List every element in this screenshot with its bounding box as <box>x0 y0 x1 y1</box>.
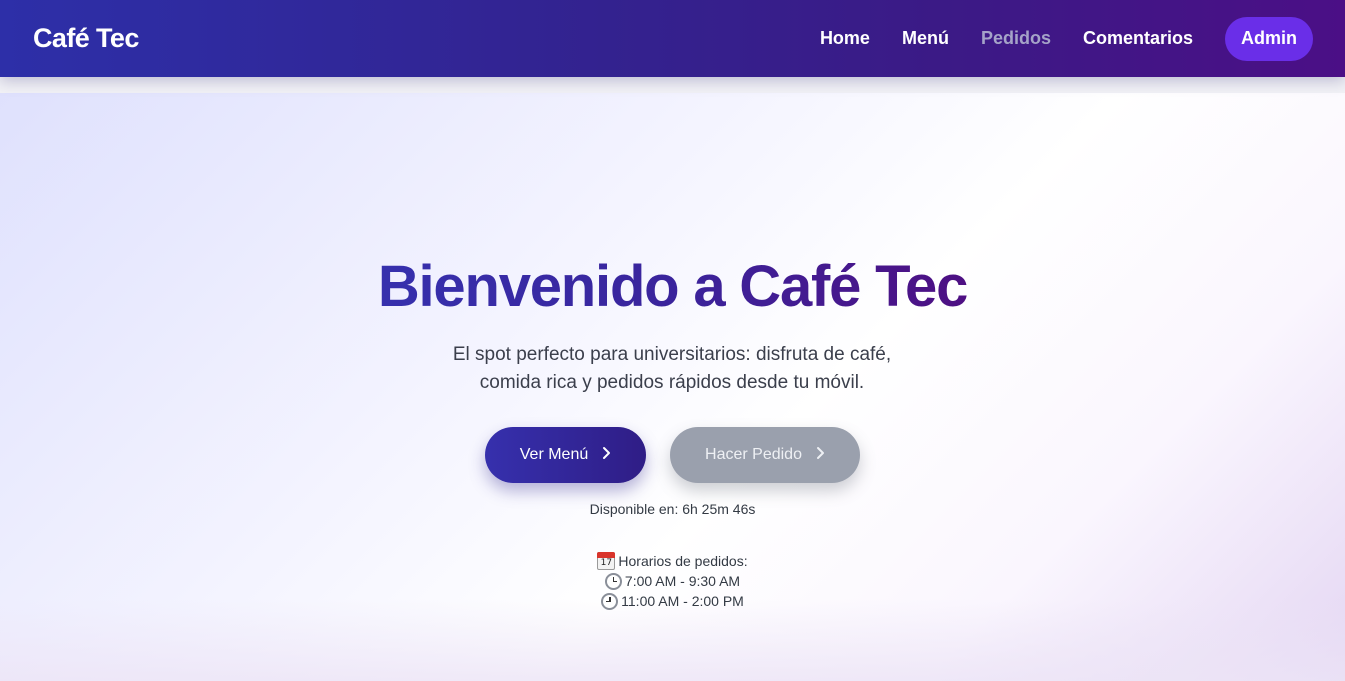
clock-icon <box>601 592 619 610</box>
top-navbar: Café Tec Home Menú Pedidos Comentarios A… <box>0 0 1345 77</box>
nav-link-home[interactable]: Home <box>820 28 870 49</box>
admin-button[interactable]: Admin <box>1225 16 1313 61</box>
view-menu-button[interactable]: Ver Menú <box>485 427 646 483</box>
brand-logo[interactable]: Café Tec <box>33 23 139 54</box>
schedule-slot: 11:00 AM - 2:00 PM <box>0 591 1345 611</box>
schedule-slot-text: 11:00 AM - 2:00 PM <box>621 593 744 609</box>
schedule-slot-text: 7:00 AM - 9:30 AM <box>624 573 741 589</box>
hero-title-text: Bienvenido a Café Tec <box>377 254 969 319</box>
hero-title: Bienvenido a Café Tec <box>0 253 1345 321</box>
chevron-right-icon <box>816 446 825 464</box>
place-order-button-label: Hacer Pedido <box>705 446 802 463</box>
hero-section: Bienvenido a Café Tec El spot perfecto p… <box>0 93 1345 681</box>
nav-link-comments[interactable]: Comentarios <box>1083 28 1193 49</box>
view-menu-button-label: Ver Menú <box>519 446 589 463</box>
order-schedule: Horarios de pedidos: 7:00 AM - 9:30 AM 1… <box>0 551 1345 611</box>
calendar-icon <box>597 552 616 570</box>
nav-links: Home Menú Pedidos Comentarios Admin <box>788 16 1313 61</box>
navbar-divider-strip <box>0 77 1345 93</box>
hero-subtitle: El spot perfecto para universitarios: di… <box>452 344 892 393</box>
schedule-title-row: Horarios de pedidos: <box>0 551 1345 571</box>
availability-countdown: Disponible en: 6h 25m 46s <box>589 501 756 517</box>
place-order-button[interactable]: Hacer Pedido <box>670 427 860 483</box>
schedule-slot: 7:00 AM - 9:30 AM <box>0 571 1345 591</box>
clock-icon <box>604 572 622 590</box>
nav-link-menu[interactable]: Menú <box>902 28 949 49</box>
chevron-right-icon <box>602 446 611 464</box>
schedule-title: Horarios de pedidos: <box>618 553 748 569</box>
nav-link-orders[interactable]: Pedidos <box>981 28 1051 49</box>
